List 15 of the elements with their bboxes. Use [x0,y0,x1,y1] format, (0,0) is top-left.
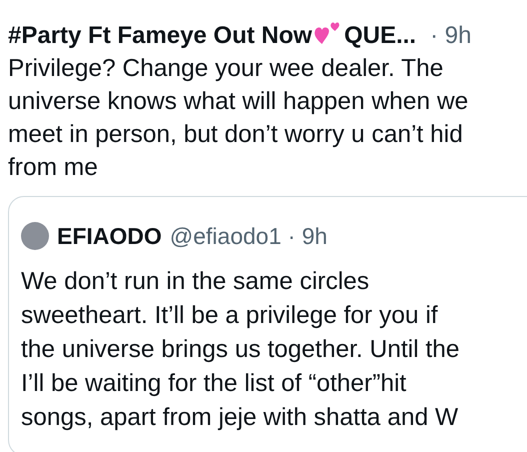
tweet-text-line: meet in person, but don’t worry u can’t hid [8,120,463,150]
quoted-text-line: sweetheart. It’ll be a privilege for you if [21,301,438,331]
quoted-author-name: EFIAODO [57,222,162,251]
author-name: #Party Ft Fameye Out Now [8,21,312,51]
quoted-handle: @efiaodo1 · 9h [170,222,328,251]
timestamp: · 9h [430,21,472,51]
avatar [21,222,49,250]
author-name-suffix: QUE... [344,21,416,51]
quoted-text-line: the universe brings us together. Until the [21,335,460,365]
quoted-text-line: I’ll be waiting for the list of “other”hit [21,369,406,399]
tweet-text-line: Privilege? Change your wee dealer. The [8,54,444,84]
quoted-text-line: songs, apart from jeje with shatta and W [21,403,458,433]
tweet-text-line: universe knows what will happen when we [8,87,468,117]
quoted-text-line: We don’t run in the same circles [21,267,370,297]
tweet-text-line: from me [8,153,98,183]
